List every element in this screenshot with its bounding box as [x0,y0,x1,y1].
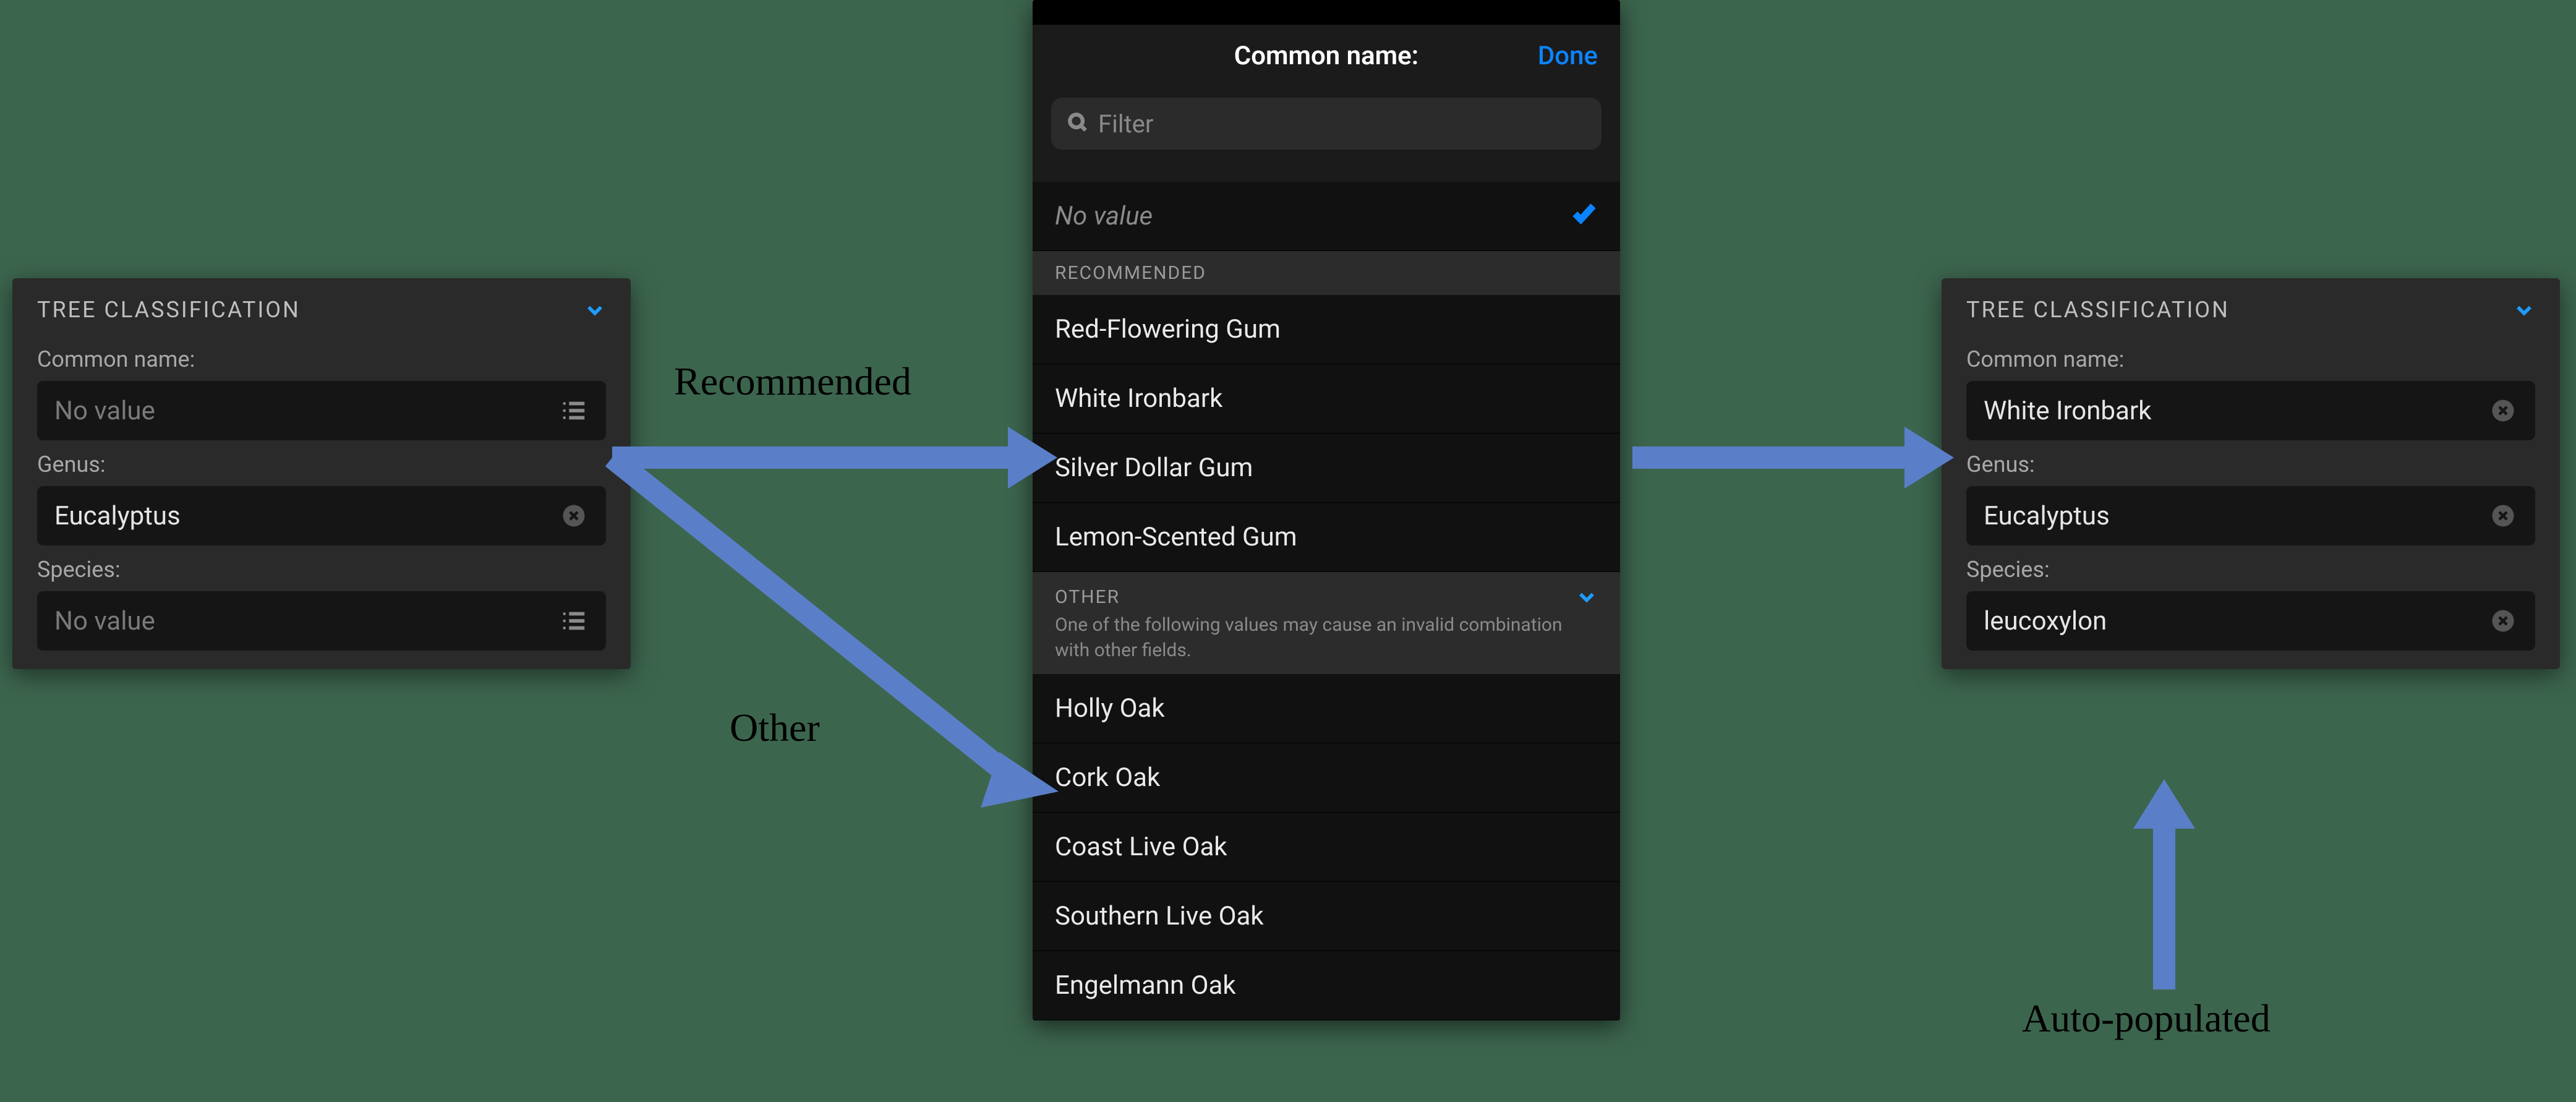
picker-title: Common name: [1234,41,1418,71]
field-genus: Genus: Eucalyptus [12,440,631,545]
section-recommended: RECOMMENDED [1033,251,1620,295]
row-label: Coast Live Oak [1055,832,1227,862]
field-value: No value [54,396,155,426]
field-label: Common name: [37,346,606,372]
done-button[interactable]: Done [1538,41,1598,71]
list-icon[interactable] [559,606,589,636]
spacer [1033,164,1620,182]
picker-row[interactable]: Engelmann Oak [1033,951,1620,1020]
section-title: RECOMMENDED [1055,262,1598,284]
callout-recommended: Recommended [674,359,911,404]
picker-row-no-value[interactable]: No value [1033,182,1620,251]
row-label: Silver Dollar Gum [1055,453,1253,483]
search-icon [1066,111,1090,137]
common-name-input[interactable]: White Ironbark [1966,381,2535,440]
field-value: No value [54,606,155,636]
arrow-auto-populated [2115,779,2214,989]
clear-icon[interactable] [2488,501,2518,531]
filter-input[interactable]: Filter [1051,98,1601,150]
picker-row[interactable]: Cork Oak [1033,743,1620,813]
row-label: Red-Flowering Gum [1055,314,1281,344]
panel-header[interactable]: TREE CLASSIFICATION [12,278,631,335]
field-value: leucoxylon [1984,606,2107,636]
panel-title: TREE CLASSIFICATION [37,297,301,323]
clear-icon[interactable] [2488,606,2518,636]
chevron-down-icon[interactable] [584,299,606,321]
field-value: White Ironbark [1984,396,2151,426]
genus-input[interactable]: Eucalyptus [37,486,606,545]
species-input[interactable]: No value [37,591,606,651]
field-value: Eucalyptus [1984,501,2110,531]
common-name-input[interactable]: No value [37,381,606,440]
row-label: Southern Live Oak [1055,901,1264,931]
common-name-picker: Common name: Done Filter No value RECOMM… [1033,0,1620,1020]
field-label: Genus: [37,451,606,477]
row-label: Lemon-Scented Gum [1055,522,1297,552]
row-label: White Ironbark [1055,383,1222,414]
section-other[interactable]: OTHER One of the following values may ca… [1033,572,1620,674]
genus-input[interactable]: Eucalyptus [1966,486,2535,545]
field-label: Species: [37,557,606,583]
row-label: Holly Oak [1055,693,1165,724]
checkmark-icon [1571,199,1598,233]
clear-icon[interactable] [559,501,589,531]
arrow-other [612,433,1070,816]
row-label: No value [1055,201,1153,231]
species-input[interactable]: leucoxylon [1966,591,2535,651]
field-common-name: Common name: No value [12,335,631,440]
section-subtitle: One of the following values may cause an… [1055,613,1598,663]
picker-row[interactable]: Coast Live Oak [1033,813,1620,882]
field-genus: Genus: Eucalyptus [1942,440,2560,545]
field-label: Genus: [1966,451,2535,477]
field-label: Common name: [1966,346,2535,372]
picker-row[interactable]: Southern Live Oak [1033,882,1620,951]
row-label: Engelmann Oak [1055,970,1236,1001]
list-icon[interactable] [559,396,589,425]
panel-header[interactable]: TREE CLASSIFICATION [1942,278,2560,335]
field-label: Species: [1966,557,2535,583]
picker-row[interactable]: Silver Dollar Gum [1033,434,1620,503]
picker-row[interactable]: Red-Flowering Gum [1033,295,1620,364]
clear-icon[interactable] [2488,396,2518,425]
picker-row[interactable]: Lemon-Scented Gum [1033,503,1620,572]
row-label: Cork Oak [1055,762,1160,793]
callout-auto-populated: Auto-populated [2022,996,2271,1041]
arrow-result [1632,421,1954,495]
field-species: Species: leucoxylon [1942,545,2560,651]
filter-wrap: Filter [1033,87,1620,164]
chevron-down-icon[interactable] [2513,299,2535,321]
right-classification-panel: TREE CLASSIFICATION Common name: White I… [1942,278,2560,669]
panel-title: TREE CLASSIFICATION [1966,297,2230,323]
field-common-name: Common name: White Ironbark [1942,335,2560,440]
picker-row[interactable]: Holly Oak [1033,674,1620,743]
left-classification-panel: TREE CLASSIFICATION Common name: No valu… [12,278,631,669]
picker-header: Common name: Done [1033,25,1620,87]
filter-placeholder: Filter [1098,109,1153,139]
field-value: Eucalyptus [54,501,181,531]
picker-row[interactable]: White Ironbark [1033,364,1620,434]
field-species: Species: No value [12,545,631,651]
status-bar [1033,0,1620,25]
chevron-down-icon[interactable] [1576,586,1598,608]
